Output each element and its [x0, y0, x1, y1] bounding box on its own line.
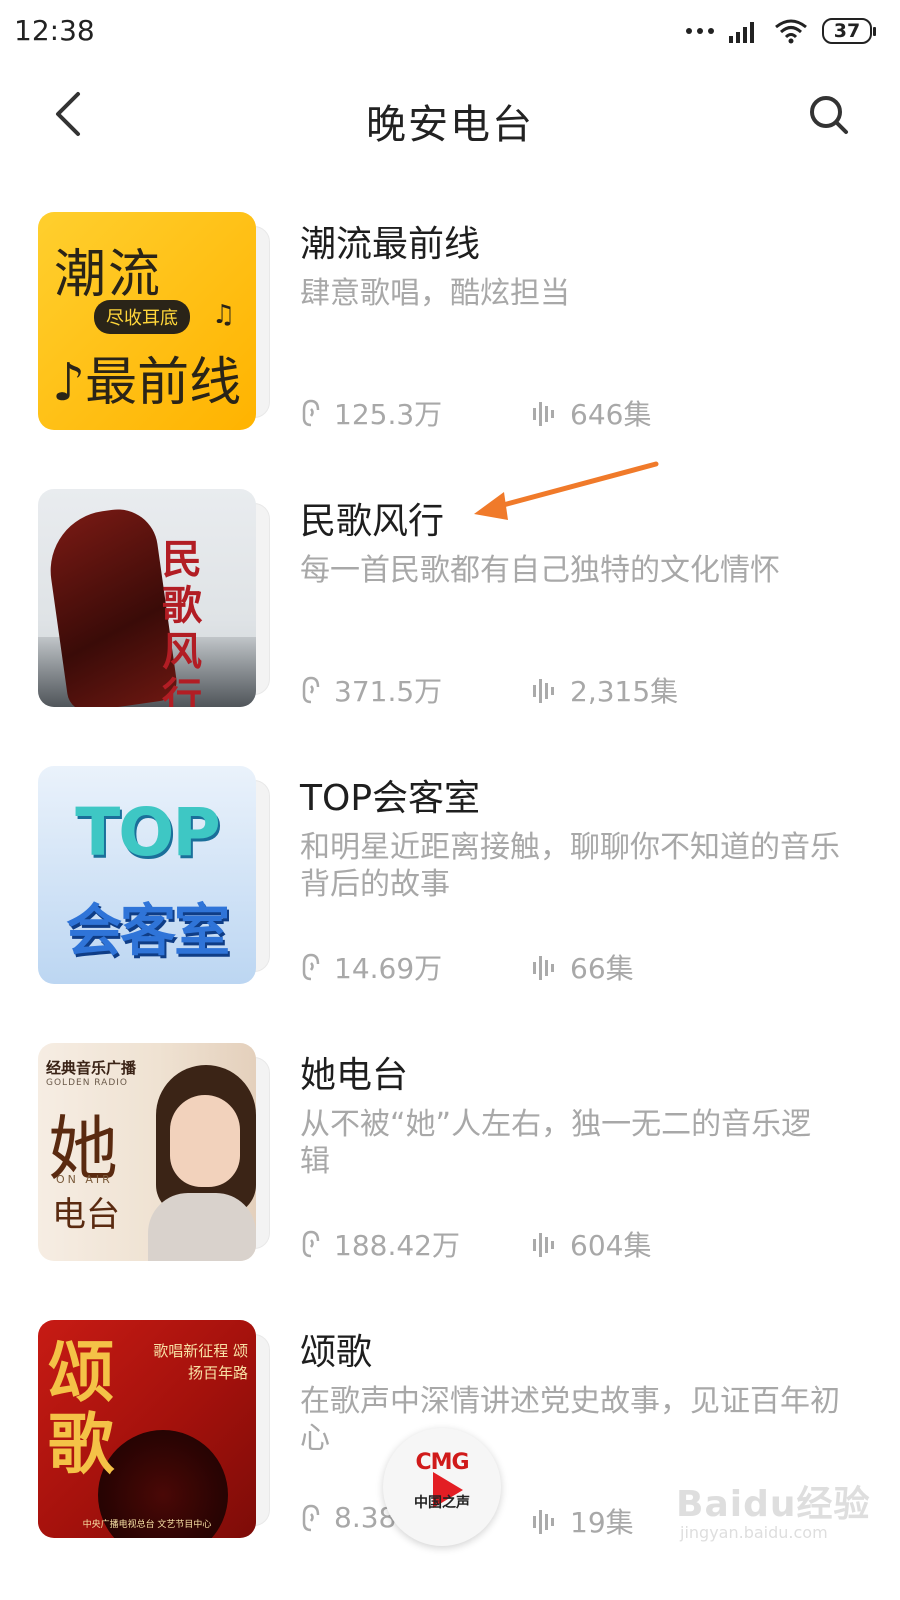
item-description: 肆意歌唱，酷炫担当 — [300, 276, 570, 311]
episode-count: 66集 — [532, 947, 634, 987]
cover-pill: 尽收耳底 — [94, 300, 190, 334]
episode-count: 646集 — [532, 393, 651, 433]
headphone-icon — [302, 1230, 320, 1258]
headphone-icon — [302, 953, 320, 981]
episode-count: 604集 — [532, 1224, 651, 1264]
episode-count-value: 604集 — [570, 1229, 652, 1262]
episode-count-value: 19集 — [570, 1506, 634, 1539]
radio-logo-en: GOLDEN RADIO — [46, 1078, 128, 1088]
album-cover[interactable]: 经典音乐广播 GOLDEN RADIO 她 ON AIR 电台 — [38, 1043, 270, 1261]
audio-wave-icon — [533, 679, 554, 703]
play-count: 125.3万 — [300, 393, 442, 433]
audio-wave-icon — [533, 956, 554, 980]
search-icon — [810, 96, 848, 134]
item-stats: 188.42万 604集 — [300, 1224, 860, 1264]
headphone-icon — [302, 676, 320, 704]
watermark: Baidu经验 jingyan.baidu.com — [676, 1475, 876, 1555]
more-dots-icon — [686, 28, 714, 34]
play-count: 188.42万 — [300, 1224, 460, 1264]
radio-logo: 经典音乐广播 GOLDEN RADIO — [46, 1057, 136, 1088]
list-item[interactable]: 民歌风行 民歌风行 每一首民歌都有自己独特的文化情怀 371.5万 2,315集 — [0, 487, 900, 764]
audio-wave-icon — [533, 1510, 554, 1534]
item-title[interactable]: TOP会客室 — [300, 769, 480, 821]
page-title: 晚安电台 — [366, 102, 534, 148]
cover-art: 潮流 尽收耳底 ♫ ♪最前线 — [38, 212, 256, 430]
episode-count: 19集 — [532, 1501, 634, 1541]
item-title[interactable]: 民歌风行 — [300, 492, 444, 544]
episode-count-value: 2,315集 — [570, 675, 679, 708]
cover-art: 经典音乐广播 GOLDEN RADIO 她 ON AIR 电台 — [38, 1043, 256, 1261]
cover-subtext: 歌唱新征程 颂扬百年路 — [153, 1342, 248, 1382]
watermark-main: Baidu经验 — [676, 1484, 871, 1525]
item-stats: 371.5万 2,315集 — [300, 670, 860, 710]
cover-text: TOP — [75, 794, 221, 871]
album-cover[interactable]: 民歌风行 — [38, 489, 270, 707]
item-stats: 125.3万 646集 — [300, 393, 860, 433]
radio-list: 潮流 尽收耳底 ♫ ♪最前线 潮流最前线 肆意歌唱，酷炫担当 125.3万 64… — [0, 210, 900, 1595]
item-title[interactable]: 她电台 — [300, 1046, 408, 1098]
headphone-icon — [302, 1504, 320, 1531]
mini-player-subtitle: 中国之声 — [414, 1495, 470, 1511]
play-count: 8.38 — [300, 1501, 396, 1534]
annotation-arrow-icon — [474, 461, 659, 520]
battery-icon: 37 — [822, 18, 876, 44]
cover-art: 民歌风行 — [38, 489, 256, 707]
play-count-value: 14.69万 — [334, 952, 443, 985]
search-button[interactable] — [800, 86, 860, 146]
item-title[interactable]: 潮流最前线 — [300, 215, 480, 267]
list-item[interactable]: TOP 会客室 TOP会客室 和明星近距离接触，聊聊你不知道的音乐背后的故事 1… — [0, 764, 900, 1041]
cover-portrait — [148, 1065, 256, 1261]
item-description: 在歌声中深情讲述党史故事，见证百年初心 — [300, 1384, 840, 1456]
wifi-icon — [775, 19, 807, 44]
cover-art: TOP 会客室 — [38, 766, 256, 984]
episode-count: 2,315集 — [532, 670, 678, 710]
cover-text: 潮流 — [54, 245, 163, 305]
cover-text: ♪最前线 — [52, 353, 242, 413]
play-count-value: 125.3万 — [334, 398, 443, 431]
cover-art: 颂歌 歌唱新征程 颂扬百年路 中央广播电视总台 文艺节目中心 — [38, 1320, 256, 1538]
status-bar: 12:38 37 — [0, 0, 900, 62]
headphone-icon — [302, 399, 320, 427]
play-count-value: 188.42万 — [334, 1229, 460, 1262]
audio-wave-icon — [533, 1233, 554, 1257]
list-item[interactable]: 潮流 尽收耳底 ♫ ♪最前线 潮流最前线 肆意歌唱，酷炫担当 125.3万 64… — [0, 210, 900, 487]
album-cover[interactable]: TOP 会客室 — [38, 766, 270, 984]
signal-icon — [729, 22, 754, 43]
watermark-sub: jingyan.baidu.com — [680, 1523, 828, 1542]
item-description: 每一首民歌都有自己独特的文化情怀 — [300, 553, 780, 588]
play-count-value: 371.5万 — [334, 675, 443, 708]
audio-wave-icon — [533, 402, 554, 426]
item-description: 和明星近距离接触，聊聊你不知道的音乐背后的故事 — [300, 830, 840, 902]
item-title[interactable]: 颂歌 — [300, 1323, 372, 1375]
album-cover[interactable]: 潮流 尽收耳底 ♫ ♪最前线 — [38, 212, 270, 430]
radio-logo-text: 经典音乐广播 — [46, 1059, 137, 1077]
cover-text: 颂歌 — [48, 1333, 114, 1483]
cover-text: 民歌风行 — [162, 536, 202, 708]
item-description: 从不被“她”人左右，独一无二的音乐逻辑 — [300, 1107, 812, 1179]
status-time: 12:38 — [14, 14, 95, 47]
cover-text: 会客室 — [66, 899, 230, 964]
cover-footer: 中央广播电视总台 文艺节目中心 — [82, 1520, 212, 1530]
status-icons: 37 — [686, 14, 876, 48]
item-stats: 14.69万 66集 — [300, 947, 860, 987]
header: 晚安电台 — [0, 62, 900, 172]
list-item[interactable]: 经典音乐广播 GOLDEN RADIO 她 ON AIR 电台 她电台 从不被“… — [0, 1041, 900, 1318]
cover-text: 电台 — [52, 1195, 120, 1235]
play-count: 371.5万 — [300, 670, 442, 710]
cover-onair: ON AIR — [56, 1173, 113, 1186]
episode-count-value: 646集 — [570, 398, 652, 431]
play-count: 14.69万 — [300, 947, 442, 987]
music-note-icon: ♫ — [212, 300, 236, 330]
album-cover[interactable]: 颂歌 歌唱新征程 颂扬百年路 中央广播电视总台 文艺节目中心 — [38, 1320, 270, 1538]
episode-count-value: 66集 — [570, 952, 634, 985]
mini-player[interactable]: CMG 中国之声 — [383, 1428, 501, 1546]
